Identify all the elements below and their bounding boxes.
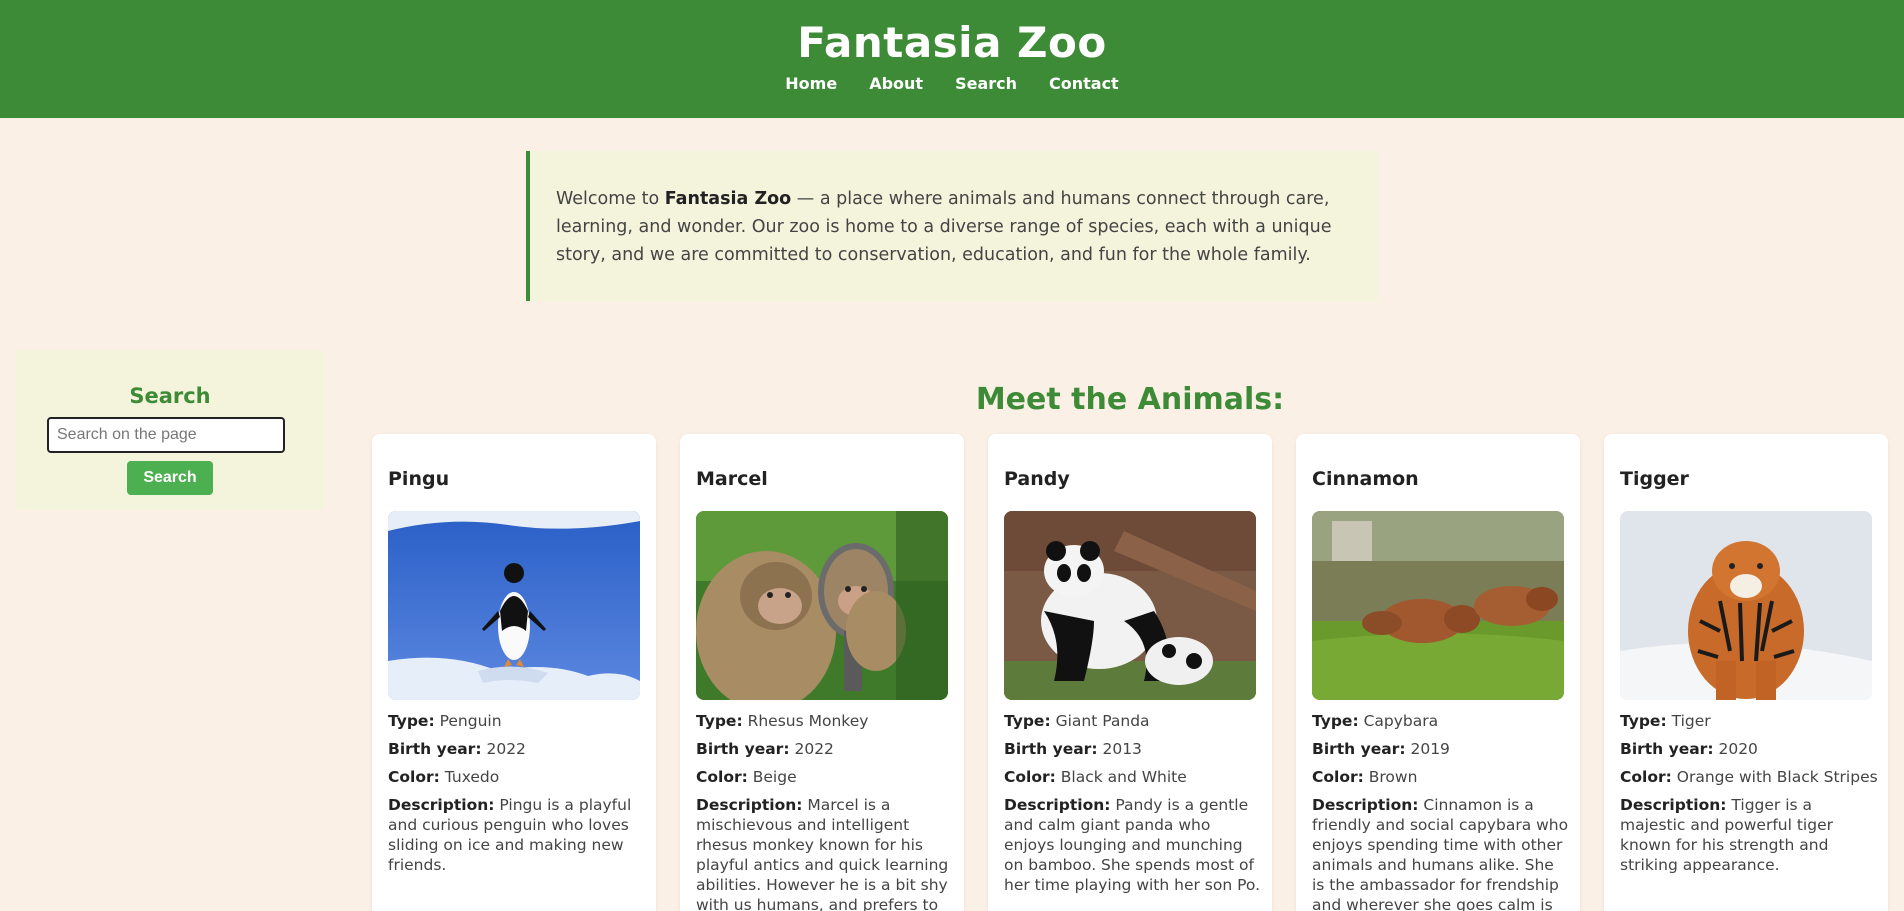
color-label: Color: xyxy=(1004,768,1056,786)
animal-birth-year: 2020 xyxy=(1718,740,1758,758)
description-label: Description: xyxy=(696,796,803,814)
animal-color: Tuxedo xyxy=(444,768,500,786)
penguin-photo-icon xyxy=(388,511,640,700)
tiger-photo-icon xyxy=(1620,511,1872,700)
animal-color: Black and White xyxy=(1060,768,1187,786)
monkey-photo-icon xyxy=(696,511,948,700)
search-button[interactable]: Search xyxy=(127,461,213,495)
color-label: Color: xyxy=(1620,768,1672,786)
type-label: Type: xyxy=(1312,712,1359,730)
type-label: Type: xyxy=(388,712,435,730)
type-label: Type: xyxy=(696,712,743,730)
birth-label: Birth year: xyxy=(696,740,790,758)
animal-color: Brown xyxy=(1368,768,1418,786)
panda-photo-icon xyxy=(1004,511,1256,700)
animal-type: Tiger xyxy=(1671,712,1711,730)
color-label: Color: xyxy=(388,768,440,786)
description-label: Description: xyxy=(1312,796,1419,814)
description-label: Description: xyxy=(1004,796,1111,814)
animal-birth-year: 2022 xyxy=(486,740,526,758)
nav-home[interactable]: Home xyxy=(785,74,837,93)
animal-color: Beige xyxy=(752,768,797,786)
animal-card: Pingu Type: Penguin Birth year: 2022 Col… xyxy=(372,434,656,911)
animal-info: Type: Penguin Birth year: 2022 Color: Tu… xyxy=(388,711,646,883)
birth-label: Birth year: xyxy=(1620,740,1714,758)
animal-card: Tigger Type: Tiger Birth year: 2020 Colo… xyxy=(1604,434,1888,911)
search-input[interactable] xyxy=(47,417,285,453)
color-label: Color: xyxy=(696,768,748,786)
animal-type: Capybara xyxy=(1363,712,1439,730)
animal-name: Pandy xyxy=(1004,468,1070,490)
animal-birth-year: 2019 xyxy=(1410,740,1450,758)
intro-box: Welcome to Fantasia Zoo — a place where … xyxy=(526,151,1378,301)
site-title: Fantasia Zoo xyxy=(797,18,1107,67)
animal-info: Type: Capybara Birth year: 2019 Color: B… xyxy=(1312,711,1570,911)
capybara-photo-icon xyxy=(1312,511,1564,700)
animal-card: Cinnamon Type: Capybara Birth year: 2019… xyxy=(1296,434,1580,911)
animal-birth-year: 2022 xyxy=(794,740,834,758)
animal-card: Marcel Type: Rhesus Monkey Birth year: 2… xyxy=(680,434,964,911)
animal-info: Type: Giant Panda Birth year: 2013 Color… xyxy=(1004,711,1262,903)
animal-name: Tigger xyxy=(1620,468,1689,490)
intro-zoo-name: Fantasia Zoo xyxy=(664,189,792,209)
main-nav: Home About Search Contact xyxy=(0,74,1904,93)
nav-contact[interactable]: Contact xyxy=(1049,74,1119,93)
color-label: Color: xyxy=(1312,768,1364,786)
birth-label: Birth year: xyxy=(388,740,482,758)
animal-card: Pandy Type: Giant Panda Birth year: 2013… xyxy=(988,434,1272,911)
description-label: Description: xyxy=(1620,796,1727,814)
site-header: Fantasia Zoo Home About Search Contact xyxy=(0,0,1904,118)
birth-label: Birth year: xyxy=(1312,740,1406,758)
animal-cards: Pingu Type: Penguin Birth year: 2022 Col… xyxy=(372,434,1888,911)
birth-label: Birth year: xyxy=(1004,740,1098,758)
intro-lead: Welcome to xyxy=(556,189,665,209)
search-panel: Search Search xyxy=(15,350,325,510)
type-label: Type: xyxy=(1004,712,1051,730)
nav-search[interactable]: Search xyxy=(955,74,1017,93)
section-title: Meet the Animals: xyxy=(975,382,1285,417)
animal-color: Orange with Black Stripes xyxy=(1676,768,1878,786)
animal-name: Cinnamon xyxy=(1312,468,1419,490)
animal-type: Giant Panda xyxy=(1055,712,1150,730)
nav-about[interactable]: About xyxy=(869,74,923,93)
description-label: Description: xyxy=(388,796,495,814)
animal-birth-year: 2013 xyxy=(1102,740,1142,758)
animal-type: Penguin xyxy=(439,712,502,730)
search-title: Search xyxy=(129,384,211,408)
animal-info: Type: Tiger Birth year: 2020 Color: Oran… xyxy=(1620,711,1878,883)
animal-name: Marcel xyxy=(696,468,768,490)
animal-info: Type: Rhesus Monkey Birth year: 2022 Col… xyxy=(696,711,954,911)
animal-type: Rhesus Monkey xyxy=(747,712,869,730)
animal-name: Pingu xyxy=(388,468,450,490)
type-label: Type: xyxy=(1620,712,1667,730)
